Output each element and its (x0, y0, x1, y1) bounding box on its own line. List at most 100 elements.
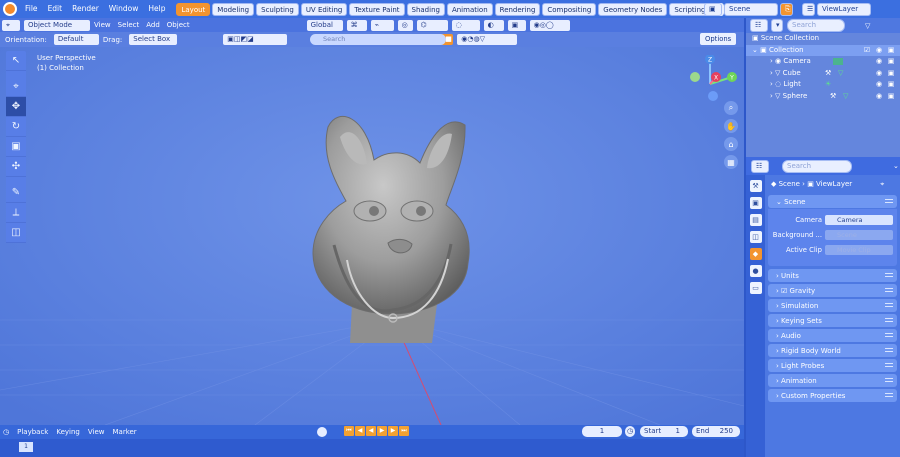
play-reverse-icon[interactable]: ◀ (366, 426, 376, 436)
menu-file[interactable]: File (20, 0, 43, 18)
gravity-checkbox-icon[interactable]: › ☑ (776, 287, 790, 295)
transform-tool-icon[interactable]: ✣ (6, 157, 26, 177)
cube-modifier-icon[interactable]: ⚒ (825, 68, 831, 80)
overlay-icon[interactable]: ◐ (483, 19, 504, 31)
camera-view-icon[interactable]: ⌂ (724, 137, 738, 151)
cube-visibility-icon[interactable]: ◉ (875, 69, 883, 77)
view-layer-selector[interactable]: ViewLayer (817, 2, 871, 16)
panel-grip-icon[interactable] (885, 378, 893, 382)
add-menu[interactable]: Add (146, 21, 160, 29)
tab-texture-paint[interactable]: Texture Paint (349, 2, 405, 16)
rigid-body-world-panel[interactable]: › Rigid Body World (768, 344, 897, 357)
menu-edit[interactable]: Edit (43, 0, 68, 18)
xray-icon[interactable]: ▣ (507, 19, 526, 31)
sphere-modifier-icon[interactable]: ⚒ (830, 91, 836, 103)
active-clip-property-field[interactable]: Movie Clip (825, 244, 893, 255)
render-properties-icon[interactable]: ▣ (749, 197, 762, 209)
tab-compositing[interactable]: Compositing (542, 2, 597, 16)
background-property-field[interactable]: Scene (825, 229, 893, 240)
outliner-editor-icon[interactable]: ☷ (750, 19, 768, 32)
tab-modeling[interactable]: Modeling (212, 2, 255, 16)
panel-grip-icon[interactable] (885, 363, 893, 367)
tab-layout[interactable]: Layout (176, 2, 211, 16)
pin-icon[interactable]: ⌖ (880, 180, 884, 189)
tab-rendering[interactable]: Rendering (494, 2, 541, 16)
play-icon[interactable]: ▶ (377, 426, 387, 436)
breadcrumb-scene[interactable]: Scene (779, 180, 800, 188)
animation-panel[interactable]: › Animation (768, 374, 897, 387)
start-frame-field[interactable]: Start 1 (640, 426, 688, 437)
gizmo-icon[interactable]: ⌬ (416, 19, 448, 31)
collection-properties-icon[interactable]: ▭ (749, 282, 762, 294)
world-properties-icon[interactable]: ● (749, 265, 762, 277)
pivot-icon[interactable]: ⌘ (346, 19, 367, 31)
collection-render-icon[interactable]: ▣ (887, 46, 895, 54)
light-visibility-icon[interactable]: ◉ (875, 80, 883, 88)
object-mode-selector[interactable]: Object Mode (24, 19, 90, 31)
collection-checkbox[interactable]: ☑ (863, 46, 871, 54)
selection-mode-icons[interactable]: ▣◫◩◪ (223, 34, 288, 45)
view-layer-properties-icon[interactable]: ◫ (749, 231, 762, 243)
sphere-render-icon[interactable]: ▣ (887, 92, 895, 100)
output-properties-icon[interactable]: ▤ (749, 214, 762, 226)
keying-sets-panel[interactable]: › Keying Sets (768, 314, 897, 327)
light-row[interactable]: › ◌ Light ☀ ◉ ▣ (746, 79, 900, 91)
record-button[interactable] (317, 427, 327, 437)
current-frame-field[interactable]: 1 (582, 426, 622, 437)
panel-grip-icon[interactable] (885, 273, 893, 277)
outliner-display-mode-icon[interactable]: ▾ (771, 19, 783, 32)
panel-grip-icon[interactable] (885, 318, 893, 322)
panel-grip-icon[interactable] (885, 303, 893, 307)
annotate-tool-icon[interactable]: ✎ (6, 183, 26, 203)
menu-render[interactable]: Render (67, 0, 104, 18)
menu-window[interactable]: Window (104, 0, 144, 18)
properties-options-icon[interactable]: ⌄ (893, 162, 899, 170)
scene-properties-icon[interactable]: ◆ (749, 248, 762, 260)
cursor-tool-icon[interactable]: ⌖ (6, 77, 26, 97)
camera-property-field[interactable]: Camera (825, 214, 893, 225)
zoom-icon[interactable]: ⌕ (724, 101, 738, 115)
blender-logo-icon[interactable] (3, 2, 17, 16)
panel-grip-icon[interactable] (885, 288, 893, 292)
outliner-filter-icon[interactable]: ▽ (865, 22, 870, 30)
snap-icon[interactable]: ⌁ (370, 19, 394, 31)
timeline-current-marker[interactable]: 1 (19, 442, 33, 452)
light-data-icon[interactable]: ☀ (825, 79, 831, 91)
outliner-search-field[interactable]: Search (787, 19, 845, 32)
audio-panel[interactable]: › Audio (768, 329, 897, 342)
add-cube-tool-icon[interactable]: ◫ (6, 223, 26, 243)
proportional-edit-icon[interactable]: ◎ (397, 19, 413, 31)
camera-visibility-icon[interactable]: ◉ (875, 57, 883, 65)
scene-panel-header[interactable]: ⌄ Scene (768, 195, 897, 208)
tab-shading[interactable]: Shading (406, 2, 445, 16)
playback-menu[interactable]: Playback (17, 428, 48, 436)
light-probes-panel[interactable]: › Light Probes (768, 359, 897, 372)
light-render-icon[interactable]: ▣ (887, 80, 895, 88)
scale-tool-icon[interactable]: ▣ (6, 137, 26, 157)
sphere-row[interactable]: › ▽ Sphere ⚒ ▽ ◉ ▣ (746, 91, 900, 103)
collection-row[interactable]: ⌄ ▣ Collection ☑ ◉ ▣ (746, 44, 900, 56)
next-key-icon[interactable]: ▶ (388, 426, 398, 436)
timeline-view-menu[interactable]: View (88, 428, 105, 436)
sphere-mesh-icon[interactable]: ▽ (843, 91, 848, 103)
units-panel[interactable]: › Units (768, 269, 897, 282)
view-layer-icon[interactable]: ☰ (802, 2, 815, 16)
rotate-tool-icon[interactable]: ↻ (6, 117, 26, 137)
cube-render-icon[interactable]: ▣ (887, 69, 895, 77)
measure-tool-icon[interactable]: ⟂ (6, 203, 26, 223)
pan-icon[interactable]: ✋ (724, 119, 738, 133)
drag-selector[interactable]: Select Box (129, 34, 178, 45)
clock-icon[interactable]: ◷ (625, 426, 635, 437)
select-tool-icon[interactable]: ↖ (6, 51, 26, 71)
sphere-visibility-icon[interactable]: ◉ (875, 92, 883, 100)
camera-data-icon[interactable] (833, 58, 843, 66)
custom-properties-panel[interactable]: › Custom Properties (768, 389, 897, 402)
prev-key-icon[interactable]: ◀ (355, 426, 365, 436)
grid-view-icon[interactable]: ▦ (724, 155, 738, 169)
3d-viewport[interactable]: ⌖ Object Mode View Select Add Object Glo… (0, 18, 744, 425)
view-menu[interactable]: View (94, 21, 111, 29)
panel-grip-icon[interactable] (885, 393, 893, 397)
scene-selector[interactable]: Scene (724, 2, 778, 16)
camera-row[interactable]: › ◉ Camera ◉ ▣ (746, 56, 900, 68)
transform-orientation-selector[interactable]: Global (306, 19, 343, 31)
